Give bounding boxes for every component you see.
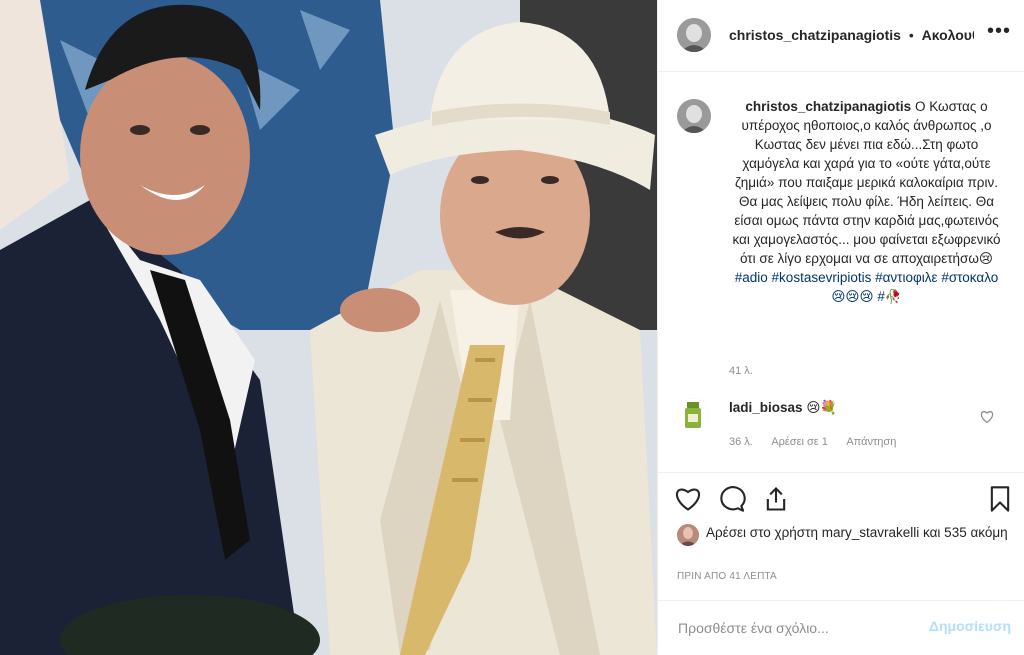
comment-username[interactable]: ladi_biosas xyxy=(729,400,803,415)
comment-text: ladi_biosas 😢💐 xyxy=(729,400,837,416)
post-header: christos_chatzipanagiotis • Ακολουθείτε … xyxy=(658,0,1024,72)
hashtag[interactable]: #στοκαλο xyxy=(941,270,998,285)
heart-icon[interactable] xyxy=(674,485,702,513)
caption-text: Ο Κωστας ο υπέροχος ηθοποιος,ο καλός άνθ… xyxy=(732,99,1001,266)
header-text: christos_chatzipanagiotis • Ακολουθείτε xyxy=(729,26,974,44)
share-icon[interactable] xyxy=(762,485,790,513)
comment-heart-icon[interactable] xyxy=(980,410,994,423)
caption-timestamp: 41 λ. xyxy=(729,365,753,377)
reply-button[interactable]: Απάντηση xyxy=(846,436,896,448)
likes-prefix: Αρέσει στο χρήστη xyxy=(706,525,818,540)
likes-summary[interactable]: Αρέσει στο χρήστη mary_stavrakelli και 5… xyxy=(706,523,1011,542)
separator-dot: • xyxy=(908,27,914,43)
hashtag[interactable]: #kostasevripiotis xyxy=(772,270,872,285)
action-bar xyxy=(658,472,1024,528)
post-photo[interactable] xyxy=(0,0,657,655)
liker-username[interactable]: mary_stavrakelli xyxy=(822,525,920,540)
author-avatar[interactable] xyxy=(677,18,711,52)
post-timestamp[interactable]: ΠΡΙΝ ΑΠΟ 41 ΛΕΠΤΑ xyxy=(677,571,777,582)
add-comment-box: Δημοσίευση xyxy=(658,600,1024,655)
comment-likes[interactable]: Αρέσει σε 1 xyxy=(771,436,828,448)
caption-tail: 😢😢😢 #🥀 xyxy=(831,289,902,304)
comment-timestamp: 36 λ. xyxy=(729,436,753,448)
commenter-avatar[interactable] xyxy=(677,398,709,430)
photo-illustration xyxy=(0,0,657,655)
comment-icon[interactable] xyxy=(718,485,746,513)
post-comment-button[interactable]: Δημοσίευση xyxy=(929,618,1011,634)
post-side-panel: christos_chatzipanagiotis • Ακολουθείτε … xyxy=(657,0,1024,655)
following-button[interactable]: Ακολουθείτε xyxy=(922,27,974,43)
hashtag[interactable]: #αντιοφιλε xyxy=(875,270,937,285)
bookmark-icon[interactable] xyxy=(986,485,1014,513)
post-caption: christos_chatzipanagiotis Ο Κωστας ο υπέ… xyxy=(729,97,1004,306)
avatar-image xyxy=(677,18,711,52)
likes-suffix[interactable]: και 535 ακόμη xyxy=(923,525,1008,540)
header-username[interactable]: christos_chatzipanagiotis xyxy=(729,27,901,43)
comment-input[interactable] xyxy=(676,617,920,639)
avatar-image xyxy=(677,524,699,546)
avatar-image xyxy=(677,398,709,430)
comment-body: 😢💐 xyxy=(806,400,838,415)
comment-meta: 36 λ. Αρέσει σε 1 Απάντηση xyxy=(729,436,912,448)
caption-username[interactable]: christos_chatzipanagiotis xyxy=(745,99,911,114)
avatar-image xyxy=(677,99,711,133)
liker-avatar[interactable] xyxy=(677,524,699,546)
caption-author-avatar[interactable] xyxy=(677,99,711,133)
more-horizontal-icon[interactable]: ••• xyxy=(987,21,1011,44)
hashtag[interactable]: #adio xyxy=(735,270,768,285)
